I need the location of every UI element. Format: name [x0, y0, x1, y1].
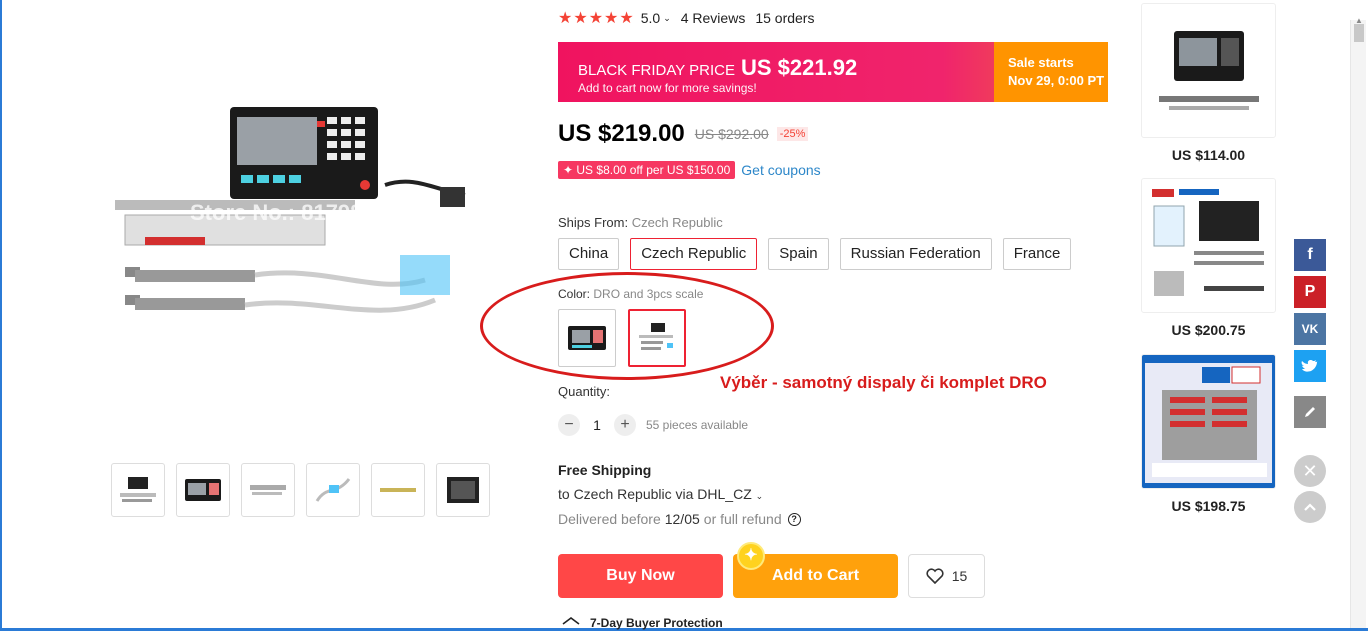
star-rating-icon: ★★★★★ — [558, 10, 635, 27]
watermark-text: Store No.: 817985 — [190, 200, 375, 225]
ship-option-spain[interactable]: Spain — [768, 238, 829, 270]
get-coupons-link[interactable]: Get coupons — [741, 162, 820, 178]
recommendation-price: US $200.75 — [1171, 322, 1246, 338]
recommendation-image[interactable] — [1141, 3, 1276, 138]
thumbnail-strip — [111, 463, 490, 517]
ships-from-label: Ships From: Czech Republic — [558, 215, 723, 230]
recommendation-card[interactable]: US $200.75 — [1141, 178, 1276, 338]
available-count: 55 pieces available — [646, 418, 749, 432]
page-scrollbar[interactable]: ▲ — [1350, 16, 1366, 628]
twitter-icon[interactable] — [1294, 350, 1326, 382]
delivery-info: Delivered before 12/05 or full refund ? — [558, 511, 801, 527]
minus-icon[interactable]: − — [558, 414, 580, 436]
ship-option-czech-republic[interactable]: Czech Republic — [630, 238, 758, 270]
ships-from-title: Ships From: — [558, 215, 629, 230]
ship-to-selector[interactable]: to Czech Republic via DHL_CZ ⌄ — [558, 486, 763, 502]
pinterest-icon[interactable]: P — [1294, 276, 1326, 308]
banner-subtext: Add to cart now for more savings! — [578, 81, 757, 95]
free-shipping-title: Free Shipping — [558, 462, 652, 478]
add-to-cart-label: Add to Cart — [771, 567, 860, 584]
vk-icon[interactable]: VK — [1294, 313, 1326, 345]
sale-starts-title: Sale starts — [1008, 55, 1074, 70]
ship-option-china[interactable]: China — [558, 238, 620, 270]
quantity-label: Quantity: — [558, 384, 611, 399]
chevron-down-icon[interactable]: ⌄ — [756, 491, 764, 501]
black-friday-banner: BLACK FRIDAY PRICE US $221.92 Add to car… — [558, 42, 1108, 102]
orders-count: 15 orders — [755, 10, 815, 26]
scrollbar-thumb[interactable] — [1354, 24, 1364, 42]
wishlist-count: 15 — [951, 568, 968, 584]
recommendation-image[interactable] — [1141, 354, 1276, 489]
facebook-icon[interactable]: f — [1294, 239, 1326, 271]
ships-from-value: Czech Republic — [631, 215, 723, 230]
ship-option-russian-federation[interactable]: Russian Federation — [839, 238, 992, 270]
current-price: US $219.00 — [558, 120, 685, 147]
chevron-down-icon[interactable]: ⌄ — [663, 13, 671, 24]
action-buttons: Buy Now ✦ Add to Cart 15 — [558, 542, 985, 598]
edit-icon[interactable] — [1294, 396, 1326, 428]
wishlist-button[interactable]: 15 — [908, 554, 985, 598]
main-product-image[interactable]: Store No.: 817985 — [95, 95, 495, 340]
thumbnail-6[interactable] — [436, 463, 490, 517]
add-to-cart-button[interactable]: ✦ Add to Cart — [733, 542, 898, 598]
ship-option-france[interactable]: France — [1002, 238, 1072, 270]
thumbnail-5[interactable] — [371, 463, 425, 517]
help-icon[interactable]: ? — [787, 512, 801, 526]
recommendation-price: US $114.00 — [1171, 147, 1246, 163]
buyer-protection-text: 7-Day Buyer Protection — [590, 616, 723, 630]
buyer-protection: 7-Day Buyer Protection — [562, 616, 723, 630]
reviews-link[interactable]: 4 Reviews — [681, 10, 746, 26]
shield-icon — [562, 617, 580, 625]
original-price: US $292.00 — [694, 126, 769, 142]
ship-from-options: China Czech Republic Spain Russian Feder… — [558, 238, 1072, 270]
quantity-input[interactable]: 1 — [580, 417, 614, 433]
thumbnail-3[interactable] — [241, 463, 295, 517]
recommendation-card[interactable]: US $198.75 — [1141, 354, 1276, 514]
banner-label: BLACK FRIDAY PRICE — [578, 62, 735, 79]
recommendation-price: US $198.75 — [1171, 498, 1246, 514]
delivered-suffix: or full refund — [703, 511, 782, 527]
thumbnail-1[interactable] — [111, 463, 165, 517]
sale-starts-date: Nov 29, 0:00 PT — [1008, 73, 1105, 88]
annotation-ellipse — [480, 272, 774, 380]
delivered-prefix: Delivered before — [558, 511, 661, 527]
coupon-row: ✦ US $8.00 off per US $150.00 Get coupon… — [558, 161, 821, 179]
ship-to-text[interactable]: to Czech Republic via DHL_CZ — [558, 486, 752, 502]
price-row: US $219.00 US $292.00 -25% — [558, 120, 809, 148]
close-icon[interactable]: ✕ — [1294, 455, 1326, 487]
rating-score[interactable]: 5.0 — [641, 10, 660, 26]
thumbnail-4[interactable] — [306, 463, 360, 517]
sale-starts-box: Sale starts Nov 29, 0:00 PT — [994, 42, 1108, 102]
delivered-date: 12/05 — [664, 511, 700, 527]
rating-row: ★★★★★ 5.0 ⌄ 4 Reviews 15 orders — [558, 8, 814, 28]
annotation-text: Výběr - samotný dispaly či komplet DRO — [720, 373, 1047, 392]
recommendation-image[interactable] — [1141, 178, 1276, 313]
buy-now-button[interactable]: Buy Now — [558, 554, 723, 598]
banner-price: US $221.92 — [741, 55, 858, 80]
sparkle-badge-icon: ✦ — [737, 542, 765, 570]
quantity-stepper: − 1 + 55 pieces available — [558, 414, 748, 436]
recommendation-card[interactable]: US $114.00 — [1141, 3, 1276, 163]
plus-icon[interactable]: + — [614, 414, 636, 436]
thumbnail-2[interactable] — [176, 463, 230, 517]
heart-icon — [926, 568, 944, 584]
chevron-up-icon[interactable] — [1294, 491, 1326, 523]
coupon-badge[interactable]: ✦ US $8.00 off per US $150.00 — [558, 161, 736, 179]
discount-badge: -25% — [776, 127, 809, 141]
